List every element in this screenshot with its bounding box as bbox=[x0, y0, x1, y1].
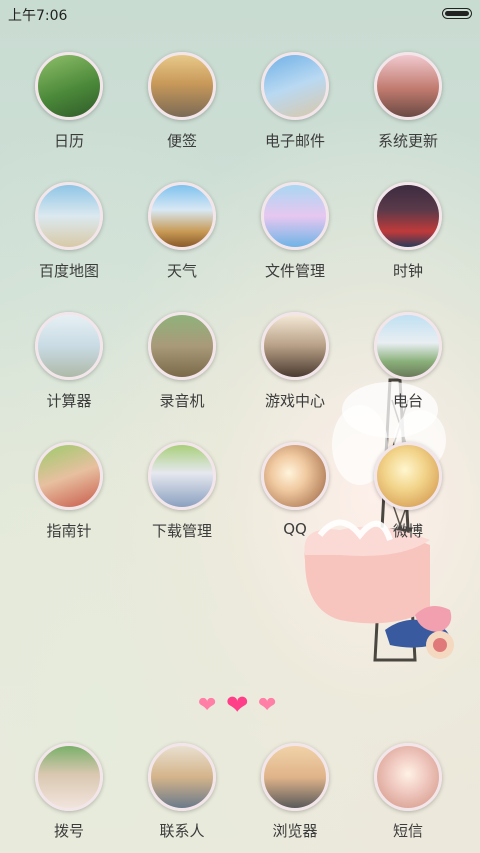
app-icon-7[interactable]: 时钟 bbox=[353, 182, 463, 281]
app-label: 游戏中心 bbox=[264, 392, 325, 410]
app-photo-icon[interactable] bbox=[261, 442, 329, 510]
dock-app-0[interactable]: 拨号 bbox=[14, 743, 124, 841]
app-label: 电子邮件 bbox=[264, 132, 325, 150]
app-icon-3[interactable]: 系统更新 bbox=[353, 52, 463, 151]
app-label: 时钟 bbox=[392, 262, 423, 280]
app-icon-6[interactable]: 文件管理 bbox=[240, 182, 350, 281]
app-label: 系统更新 bbox=[377, 132, 438, 150]
app-photo-icon[interactable] bbox=[261, 182, 329, 250]
battery-icon bbox=[442, 8, 472, 19]
status-time: 上午7:06 bbox=[8, 8, 68, 24]
app-icon-4[interactable]: 百度地图 bbox=[14, 182, 124, 281]
dock-label: 短信 bbox=[392, 822, 423, 840]
app-label: 下载管理 bbox=[151, 522, 212, 540]
app-photo-icon[interactable] bbox=[35, 312, 103, 380]
dock-photo-icon[interactable] bbox=[35, 743, 103, 811]
page-dot-heart-icon[interactable]: ❤ bbox=[198, 693, 216, 718]
app-label: 计算器 bbox=[46, 392, 92, 410]
app-label: 文件管理 bbox=[264, 262, 325, 280]
dock-label: 联系人 bbox=[159, 822, 205, 840]
app-label: 便签 bbox=[166, 132, 197, 150]
app-icon-10[interactable]: 游戏中心 bbox=[240, 312, 350, 411]
app-icon-14[interactable]: QQ bbox=[240, 442, 350, 538]
app-photo-icon[interactable] bbox=[35, 52, 103, 120]
dock-photo-icon[interactable] bbox=[261, 743, 329, 811]
app-icon-15[interactable]: 微博 bbox=[353, 442, 463, 541]
app-icon-13[interactable]: 下载管理 bbox=[127, 442, 237, 541]
app-label: 录音机 bbox=[159, 392, 205, 410]
app-label: 电台 bbox=[392, 392, 423, 410]
app-photo-icon[interactable] bbox=[148, 442, 216, 510]
app-photo-icon[interactable] bbox=[148, 312, 216, 380]
app-label: 日历 bbox=[53, 132, 84, 150]
app-icon-1[interactable]: 便签 bbox=[127, 52, 237, 151]
page-dot-active-heart-icon[interactable]: ❤ bbox=[226, 690, 249, 721]
app-icon-9[interactable]: 录音机 bbox=[127, 312, 237, 411]
app-photo-icon[interactable] bbox=[148, 182, 216, 250]
app-icon-0[interactable]: 日历 bbox=[14, 52, 124, 151]
dock-app-2[interactable]: 浏览器 bbox=[240, 743, 350, 841]
app-label: 天气 bbox=[166, 262, 197, 280]
app-photo-icon[interactable] bbox=[35, 182, 103, 250]
app-icon-11[interactable]: 电台 bbox=[353, 312, 463, 411]
app-label: QQ bbox=[283, 520, 307, 538]
app-label: 指南针 bbox=[46, 522, 92, 540]
app-icon-12[interactable]: 指南针 bbox=[14, 442, 124, 541]
app-photo-icon[interactable] bbox=[374, 312, 442, 380]
app-photo-icon[interactable] bbox=[148, 52, 216, 120]
app-photo-icon[interactable] bbox=[261, 312, 329, 380]
app-photo-icon[interactable] bbox=[35, 442, 103, 510]
app-icon-8[interactable]: 计算器 bbox=[14, 312, 124, 411]
page-indicator: ❤ ❤ ❤ bbox=[198, 690, 282, 721]
app-icon-2[interactable]: 电子邮件 bbox=[240, 52, 350, 151]
dock-label: 拨号 bbox=[53, 822, 84, 840]
app-label: 百度地图 bbox=[38, 262, 99, 280]
app-icon-5[interactable]: 天气 bbox=[127, 182, 237, 281]
page-dot-heart-icon[interactable]: ❤ bbox=[258, 693, 276, 718]
dock-photo-icon[interactable] bbox=[148, 743, 216, 811]
app-photo-icon[interactable] bbox=[374, 182, 442, 250]
dock-app-1[interactable]: 联系人 bbox=[127, 743, 237, 841]
dock-app-3[interactable]: 短信 bbox=[353, 743, 463, 841]
dock-label: 浏览器 bbox=[272, 822, 318, 840]
app-photo-icon[interactable] bbox=[374, 442, 442, 510]
status-bar: 上午7:06 bbox=[0, 0, 480, 28]
dock-photo-icon[interactable] bbox=[374, 743, 442, 811]
app-photo-icon[interactable] bbox=[261, 52, 329, 120]
app-label: 微博 bbox=[392, 522, 423, 540]
app-photo-icon[interactable] bbox=[374, 52, 442, 120]
